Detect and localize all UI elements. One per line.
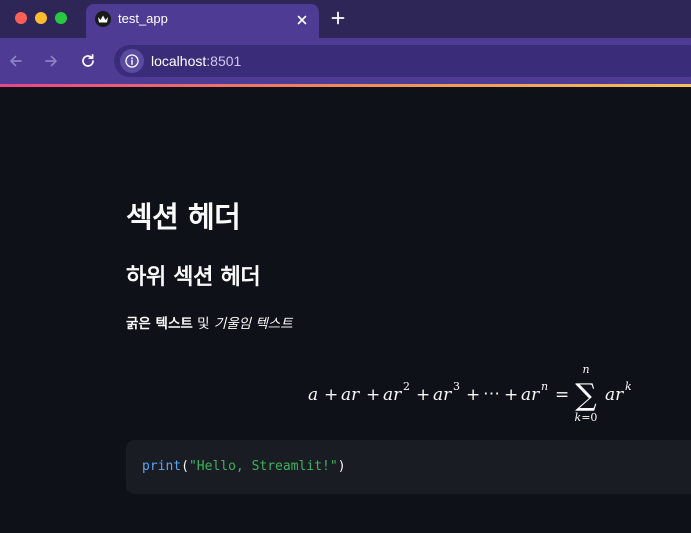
url-host: localhost	[151, 53, 207, 69]
svg-text:3: 3	[453, 380, 460, 393]
code-close-paren: )	[337, 459, 346, 474]
svg-text:⋯: ⋯	[483, 384, 500, 404]
svg-text:n: n	[582, 363, 589, 376]
svg-text:ar: ar	[383, 385, 402, 405]
code-function: print	[142, 459, 182, 474]
close-icon[interactable]	[295, 12, 309, 26]
subsection-header: 하위 섹션 헤더	[126, 265, 261, 290]
svg-text:+: +	[324, 385, 338, 405]
window-close-button[interactable]	[15, 12, 27, 24]
svg-text:k: k	[625, 380, 632, 393]
app-main-content: 섹션 헤더 하위 섹션 헤더 굵은 텍스트 및 기울임 텍스트 a + ar +…	[0, 87, 691, 533]
svg-text:ar: ar	[521, 385, 540, 405]
arrow-right-icon[interactable]	[43, 53, 59, 69]
svg-text:+: +	[416, 385, 430, 405]
browser-toolbar: localhost:8501	[0, 38, 691, 84]
svg-text:+: +	[504, 385, 518, 405]
window-minimize-button[interactable]	[35, 12, 47, 24]
connector-text: 및	[192, 316, 214, 332]
code-string: "Hello, Streamlit!"	[188, 459, 338, 474]
italic-text: 기울임 텍스트	[213, 316, 293, 332]
plus-icon[interactable]	[330, 10, 346, 26]
bold-text: 굵은 텍스트	[126, 316, 193, 332]
tab-title: test_app	[118, 11, 168, 26]
svg-text:ar: ar	[605, 385, 624, 405]
code-open-paren: (	[181, 459, 189, 474]
reload-icon[interactable]	[80, 53, 96, 69]
crown-icon	[95, 11, 111, 27]
svg-text:∑: ∑	[575, 378, 597, 413]
markdown-paragraph: 굵은 텍스트 및 기울임 텍스트	[126, 312, 293, 332]
svg-text:=: =	[555, 385, 569, 405]
url-port: :8501	[206, 53, 242, 69]
info-icon[interactable]	[120, 49, 144, 73]
url-text: localhost:8501	[151, 53, 241, 69]
section-header: 섹션 헤더	[126, 200, 241, 234]
arrow-left-icon[interactable]	[8, 53, 24, 69]
code-line: print("Hello, Streamlit!")	[142, 459, 346, 474]
browser-tab-active[interactable]: test_app	[86, 4, 319, 38]
latex-formula: a + ar + ar 2 + ar 3 + ⋯ + ar n = n ∑ k=…	[300, 355, 691, 435]
window-maximize-button[interactable]	[55, 12, 67, 24]
code-block: print("Hello, Streamlit!")	[126, 440, 691, 494]
svg-text:ar: ar	[341, 385, 360, 405]
svg-text:n: n	[541, 380, 548, 393]
svg-text:k=0: k=0	[575, 411, 598, 424]
svg-text:ar: ar	[433, 385, 452, 405]
svg-text:a: a	[308, 385, 318, 405]
address-bar[interactable]: localhost:8501	[114, 45, 691, 77]
svg-text:+: +	[466, 385, 480, 405]
svg-text:+: +	[366, 385, 380, 405]
svg-text:2: 2	[403, 380, 410, 393]
browser-tab-bar: test_app	[0, 0, 691, 38]
